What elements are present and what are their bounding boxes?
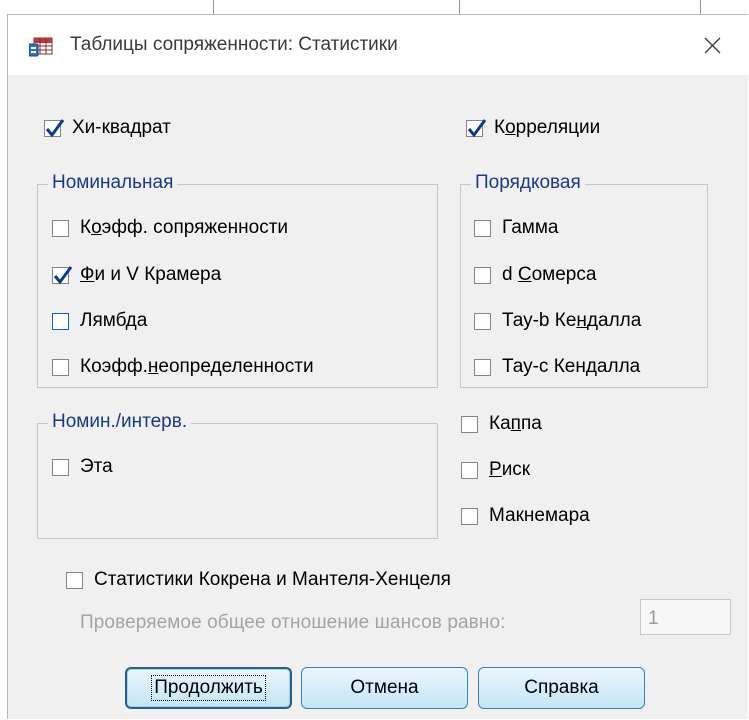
kappa-checkbox[interactable]: Каппа — [461, 413, 542, 435]
dialog-window: Таблицы сопряженности: Статистики Хи-ква… — [7, 14, 749, 720]
cancel-button-label: Отмена — [350, 677, 419, 698]
checkmark-icon — [467, 118, 487, 137]
checkbox-box[interactable] — [461, 461, 478, 479]
uncertainty-coefficient-label: Коэфф.неопределенности — [80, 356, 314, 377]
help-button-label: Справка — [524, 677, 599, 698]
checkbox-box[interactable] — [461, 415, 478, 433]
contingency-coefficient-label: Коэфф. сопряженности — [80, 217, 289, 238]
contingency-coefficient-checkbox[interactable]: Коэфф. сопряженности — [52, 217, 288, 239]
background-divider — [459, 0, 460, 14]
kendall-tau-c-label: Тау-c Кендалла — [502, 356, 641, 377]
checkbox-box[interactable] — [52, 358, 69, 376]
lambda-checkbox[interactable]: Лямбда — [52, 310, 147, 332]
gamma-checkbox[interactable]: Гамма — [474, 217, 558, 239]
checkbox-box[interactable] — [474, 358, 491, 376]
nominal-interval-group-title: Номин./интерв. — [48, 411, 192, 433]
cancel-button[interactable]: Отмена — [301, 667, 468, 709]
chi-square-label: Хи-квадрат — [72, 117, 171, 138]
mcnemar-checkbox[interactable]: Макнемара — [461, 505, 590, 527]
somers-d-label: d Сомерса — [502, 264, 597, 285]
help-button[interactable]: Справка — [478, 667, 645, 709]
phi-cramers-v-checkbox[interactable]: Фи и V Крамера — [52, 264, 221, 286]
title-bar: Таблицы сопряженности: Статистики — [8, 15, 749, 75]
checkmark-icon — [45, 118, 65, 137]
lambda-label: Лямбда — [80, 310, 148, 331]
cmh-statistics-label: Статистики Кокрена и Мантеля-Хенцеля — [94, 569, 451, 590]
uncertainty-coefficient-checkbox[interactable]: Коэфф.неопределенности — [52, 356, 314, 378]
nominal-interval-group — [37, 423, 438, 539]
background-divider — [700, 0, 701, 14]
continue-button[interactable]: Продолжить — [125, 667, 292, 709]
background-divider — [213, 0, 214, 14]
risk-label: Риск — [489, 459, 531, 480]
checkbox-box[interactable] — [474, 312, 491, 330]
kendall-tau-c-checkbox[interactable]: Тау-c Кендалла — [474, 356, 640, 378]
checkbox-box[interactable] — [66, 571, 83, 589]
checkbox-box[interactable] — [52, 265, 73, 284]
nominal-group-title: Номинальная — [48, 172, 178, 194]
kappa-label: Каппа — [489, 413, 542, 434]
checkbox-box[interactable] — [52, 312, 69, 330]
ordinal-group-title: Порядковая — [471, 172, 585, 194]
kendall-tau-b-checkbox[interactable]: Тау-b Кендалла — [474, 310, 641, 332]
checkbox-box[interactable] — [461, 507, 478, 525]
correlations-label: Корреляции — [494, 117, 601, 138]
checkbox-box[interactable] — [44, 118, 65, 137]
cmh-statistics-checkbox[interactable]: Статистики Кокрена и Мантеля-Хенцеля — [66, 569, 451, 591]
risk-checkbox[interactable]: Риск — [461, 459, 530, 481]
eta-checkbox[interactable]: Эта — [52, 456, 113, 478]
odds-ratio-label: Проверяемое общее отношение шансов равно… — [80, 612, 506, 633]
chi-square-checkbox[interactable]: Хи-квадрат — [44, 117, 171, 139]
dialog-content: Хи-квадрат Корреляции Номинальная Коэфф.… — [8, 75, 749, 720]
correlations-checkbox[interactable]: Корреляции — [466, 117, 600, 139]
close-icon[interactable] — [694, 29, 730, 61]
checkbox-box[interactable] — [466, 118, 487, 137]
dialog-title: Таблицы сопряженности: Статистики — [70, 34, 398, 55]
checkbox-box[interactable] — [474, 266, 491, 284]
checkbox-box[interactable] — [52, 458, 69, 476]
kendall-tau-b-label: Тау-b Кендалла — [502, 310, 642, 331]
gamma-label: Гамма — [502, 217, 559, 238]
checkbox-box[interactable] — [474, 219, 491, 237]
crosstabs-app-icon — [29, 37, 53, 57]
phi-cramers-v-label: Фи и V Крамера — [80, 264, 222, 285]
background-app-strip — [0, 0, 749, 14]
eta-label: Эта — [80, 456, 113, 477]
somers-d-checkbox[interactable]: d Сомерса — [474, 264, 596, 286]
continue-button-label: Продолжить — [151, 675, 266, 701]
mcnemar-label: Макнемара — [489, 505, 590, 526]
odds-ratio-input[interactable]: 1 — [640, 599, 731, 635]
checkbox-box[interactable] — [52, 219, 69, 237]
checkmark-icon — [53, 265, 73, 284]
